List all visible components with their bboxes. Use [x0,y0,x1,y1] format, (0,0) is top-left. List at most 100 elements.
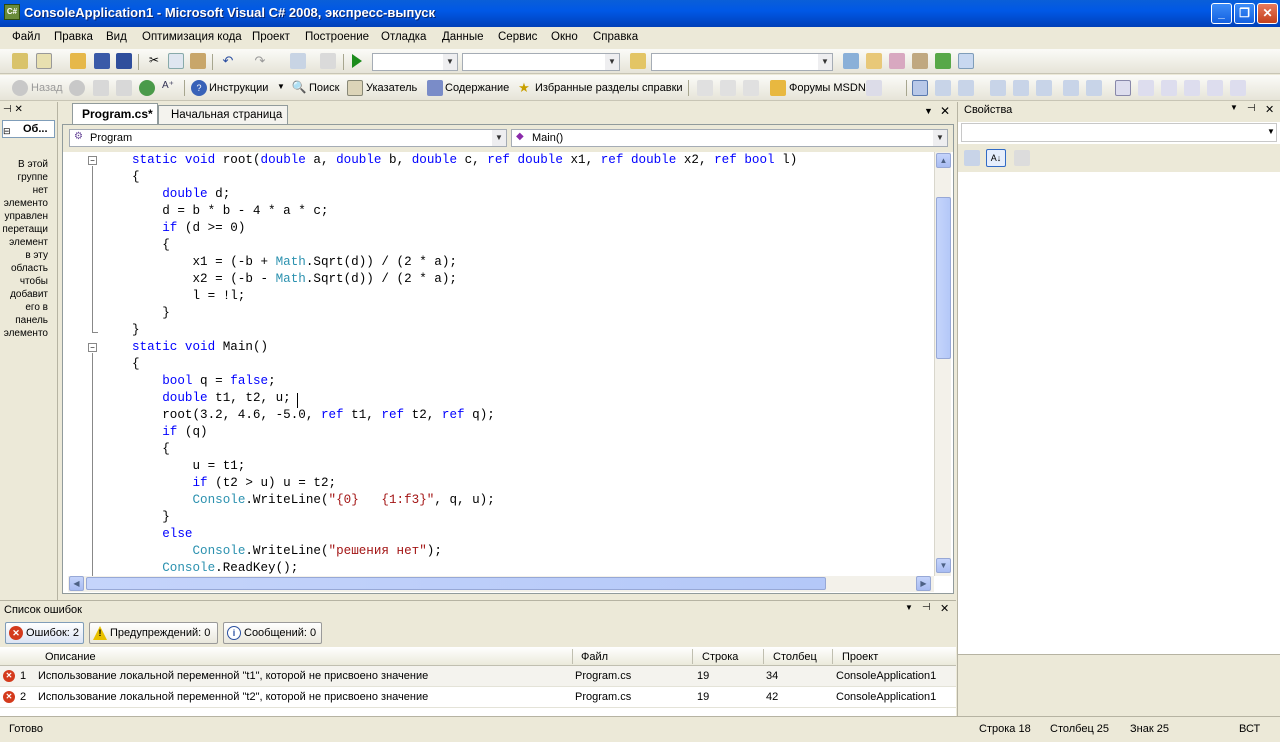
uncomment-icon[interactable] [1086,80,1102,96]
save-all-icon[interactable] [116,53,132,69]
code-line[interactable]: static void Main() [132,339,268,356]
next-bookmark-icon[interactable] [1161,80,1177,96]
toolbox-icon[interactable] [912,53,928,69]
code-line[interactable]: Console.WriteLine("решения нет"); [132,543,441,560]
fold-toggle[interactable]: − [88,343,97,352]
code-line[interactable]: } [132,305,170,322]
maximize-button[interactable]: ❐ [1234,3,1255,24]
minimize-button[interactable]: _ [1211,3,1232,24]
comment-icon[interactable] [1063,80,1079,96]
redo-icon[interactable]: ↷ [252,53,268,69]
messages-filter-button[interactable]: i Сообщений: 0 [223,622,322,644]
prev-bookmark-icon[interactable] [1138,80,1154,96]
scroll-up-button[interactable]: ▲ [936,153,951,168]
menu-debug[interactable]: Отладка [381,31,426,43]
menu-data[interactable]: Данные [442,31,484,43]
fold-toggle[interactable]: − [88,156,97,165]
table-row[interactable]: ✕ 1 Использование локальной переменной "… [0,666,956,687]
error-list-close-icon[interactable]: ✕ [940,602,949,615]
collapse-icon[interactable]: ⊟ [3,126,17,136]
properties-close-icon[interactable]: ✕ [1265,103,1274,116]
class-view-icon[interactable] [912,80,928,96]
menu-window[interactable]: Окно [551,31,578,43]
code-line[interactable]: double d; [132,186,230,203]
outdent-icon[interactable] [1036,80,1052,96]
sync-contents-icon[interactable] [720,80,736,96]
forums-icon[interactable] [770,80,786,96]
tab-program-cs[interactable]: Program.cs* [72,103,158,124]
code-line[interactable]: bool q = false; [132,373,275,390]
navigate-back-icon[interactable] [290,53,306,69]
platform-combo[interactable]: ▼ [462,53,620,71]
bookmarks-icon[interactable] [958,80,974,96]
column-file[interactable]: Файл [581,651,608,663]
code-line[interactable]: { [132,356,140,373]
find-combo[interactable]: ▼ [651,53,833,71]
code-line[interactable]: u = t1; [132,458,245,475]
start-page-icon[interactable] [935,53,951,69]
navigate-forward-icon[interactable] [320,53,336,69]
scroll-right-button[interactable]: ▶ [916,576,931,591]
close-button[interactable]: ✕ [1257,3,1278,24]
member-combo[interactable]: ◆ Main() ▼ [511,129,948,147]
column-description[interactable]: Описание [45,651,96,663]
save-icon[interactable] [94,53,110,69]
back-button[interactable]: Назад [31,82,63,94]
column-project[interactable]: Проект [842,651,878,663]
menu-edit[interactable]: Правка [54,31,93,43]
tab-start-page[interactable]: Начальная страница [158,105,288,124]
scroll-left-button[interactable]: ◀ [69,576,84,591]
new-project-icon[interactable] [12,53,28,69]
code-line[interactable]: else [132,526,192,543]
cut-icon[interactable]: ✂ [146,53,162,69]
object-browser-icon[interactable] [935,80,951,96]
search-button[interactable]: Поиск [309,82,339,94]
menu-build[interactable]: Построение [305,31,369,43]
title-bar[interactable]: C# ConsoleApplication1 - Microsoft Visua… [0,0,1280,27]
code-line[interactable]: { [132,441,170,458]
help-favorites-icon[interactable] [866,80,882,96]
forward-icon[interactable] [69,80,85,96]
other-windows-icon[interactable] [958,53,974,69]
class-combo[interactable]: ⚙ Program ▼ [69,129,507,147]
menu-refactor[interactable]: Оптимизация кода [142,31,242,43]
code-line[interactable]: } [132,322,140,339]
code-line[interactable]: { [132,237,170,254]
find-in-files-icon[interactable] [630,53,646,69]
code-line[interactable]: l = !l; [132,288,245,305]
favorites-icon[interactable]: ★ [516,80,532,96]
stop-icon[interactable] [93,80,109,96]
code-line[interactable]: Console.WriteLine("{0} {1:f3}", q, u); [132,492,494,509]
scroll-thumb[interactable] [936,197,951,359]
alphabetical-icon[interactable]: A↓ [986,149,1006,167]
indent-icon[interactable] [1013,80,1029,96]
code-line[interactable]: if (q) [132,424,207,441]
code-line[interactable]: root(3.2, 4.6, -5.0, ref t1, ref t2, ref… [132,407,495,424]
bookmark-icon[interactable] [1115,80,1131,96]
code-line[interactable]: if (t2 > u) u = t2; [132,475,336,492]
add-favorite-icon[interactable] [697,80,713,96]
code-line[interactable]: Console.ReadKey(); [132,560,298,576]
search-icon[interactable]: 🔍 [291,80,307,96]
how-do-i-dropdown[interactable]: ▼ [277,82,285,91]
contents-icon[interactable] [427,80,443,96]
add-item-icon[interactable] [36,53,52,69]
properties-pin-icon[interactable]: ⊣ [1247,103,1256,114]
column-column[interactable]: Столбец [773,651,817,663]
open-icon[interactable] [70,53,86,69]
copy-icon[interactable] [168,53,184,69]
errors-filter-button[interactable]: ✕ Ошибок: 2 [5,622,84,644]
categorized-icon[interactable] [964,150,980,166]
property-pages-icon[interactable] [1014,150,1030,166]
code-line[interactable]: static void root(double a, double b, dou… [132,152,797,169]
code-line[interactable]: x2 = (-b - Math.Sqrt(d)) / (2 * a); [132,271,457,288]
font-size-icon[interactable]: A⁺ [162,80,178,96]
undo-icon[interactable]: ↶ [220,53,236,69]
refresh-icon[interactable] [116,80,132,96]
properties-window-icon[interactable] [889,53,905,69]
code-line[interactable]: if (d >= 0) [132,220,245,237]
next-bookmark-folder-icon[interactable] [1207,80,1223,96]
clear-bookmarks-icon[interactable] [1230,80,1246,96]
editor-vertical-scrollbar[interactable]: ▲ ▼ [934,152,951,576]
favorites-button[interactable]: Избранные разделы справки [535,82,683,94]
